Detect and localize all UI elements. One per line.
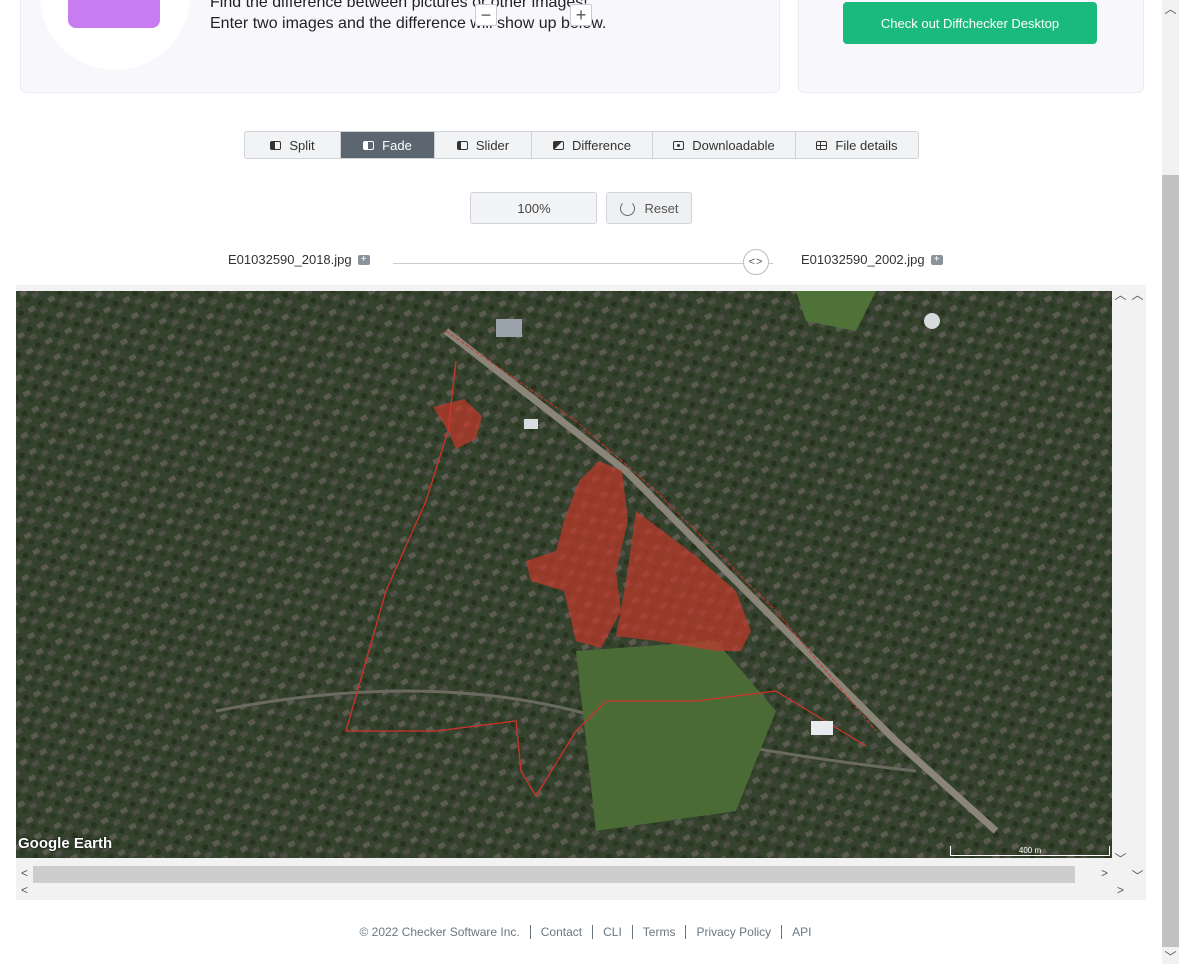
footer-link-privacy[interactable]: Privacy Policy bbox=[686, 925, 783, 939]
file-details-icon bbox=[816, 140, 828, 150]
difference-icon bbox=[552, 140, 564, 150]
scroll-right-icon[interactable]: > bbox=[1112, 883, 1129, 897]
tab-label: Fade bbox=[382, 137, 412, 153]
google-earth-watermark: Google Earth bbox=[18, 835, 113, 852]
zoom-level: 100% bbox=[517, 201, 551, 216]
scroll-up-icon[interactable]: ︿ bbox=[1112, 286, 1129, 303]
footer-link-cli[interactable]: CLI bbox=[593, 925, 633, 939]
image-vertical-scrollbar[interactable] bbox=[1112, 285, 1129, 865]
intro-text-line1: Find the difference between pictures or … bbox=[210, 0, 588, 11]
tab-fade[interactable]: Fade bbox=[341, 132, 435, 158]
right-file-label: E01032590_2002.jpg bbox=[801, 252, 925, 267]
tab-label: Downloadable bbox=[692, 137, 775, 153]
scroll-down-icon[interactable]: ﹀ bbox=[1129, 867, 1146, 884]
reset-button[interactable]: Reset bbox=[606, 192, 692, 224]
scroll-up-icon[interactable]: ︿ bbox=[1129, 286, 1146, 303]
image-compare-logo-icon bbox=[68, 0, 160, 28]
left-file-label: E01032590_2018.jpg bbox=[228, 252, 352, 267]
intro-text-line2: Enter two images and the difference will… bbox=[210, 15, 607, 32]
zoom-out-button[interactable]: − bbox=[475, 4, 497, 26]
tab-difference[interactable]: Difference bbox=[532, 132, 653, 158]
tab-label: Split bbox=[289, 137, 315, 153]
scroll-right-icon[interactable]: > bbox=[1096, 866, 1113, 880]
footer-link-api[interactable]: API bbox=[782, 925, 821, 939]
page-scroll-down-icon[interactable]: ﹀ bbox=[1162, 948, 1179, 965]
tab-label: File details bbox=[835, 137, 898, 153]
page-scroll-thumb[interactable] bbox=[1162, 175, 1179, 947]
add-image-icon[interactable]: + bbox=[930, 254, 943, 265]
scale-bar: 400 m bbox=[950, 846, 1110, 856]
fade-slider-handle[interactable]: <> bbox=[743, 249, 769, 275]
download-image-icon bbox=[673, 140, 685, 150]
page-scroll-up-icon[interactable]: ︿ bbox=[1162, 0, 1179, 17]
fade-slider-track[interactable] bbox=[393, 263, 773, 264]
footer-link-contact[interactable]: Contact bbox=[531, 925, 594, 939]
split-icon bbox=[270, 140, 282, 150]
tab-label: Difference bbox=[571, 137, 631, 153]
scroll-left-icon[interactable]: < bbox=[16, 883, 33, 897]
slider-icon bbox=[456, 140, 468, 150]
tab-label: Slider bbox=[475, 137, 510, 153]
copyright: © 2022 Checker Software Inc. bbox=[349, 925, 531, 939]
footer-link-terms[interactable]: Terms bbox=[633, 925, 687, 939]
tab-downloadable[interactable]: Downloadable bbox=[653, 132, 796, 158]
tab-slider[interactable]: Slider bbox=[435, 132, 532, 158]
add-image-icon[interactable]: + bbox=[357, 254, 370, 265]
desktop-button[interactable]: Check out Diffchecker Desktop bbox=[843, 2, 1097, 44]
reset-label: Reset bbox=[644, 200, 679, 216]
left-file-name: E01032590_2018.jpg + bbox=[228, 252, 370, 267]
view-mode-tabs: Split Fade Slider Difference Downloadabl… bbox=[244, 131, 919, 159]
horizontal-scroll-thumb[interactable] bbox=[33, 866, 1075, 883]
tab-file-details[interactable]: File details bbox=[796, 132, 918, 158]
footer: © 2022 Checker Software Inc. Contact CLI… bbox=[0, 925, 1179, 939]
fade-icon bbox=[363, 140, 375, 150]
scroll-left-icon[interactable]: < bbox=[16, 866, 33, 880]
zoom-in-button[interactable]: + bbox=[570, 4, 592, 26]
scroll-down-icon[interactable]: ﹀ bbox=[1112, 850, 1129, 867]
tab-split[interactable]: Split bbox=[245, 132, 341, 158]
reset-icon bbox=[619, 200, 635, 216]
satellite-image[interactable] bbox=[16, 291, 1112, 858]
right-file-name: E01032590_2002.jpg + bbox=[801, 252, 943, 267]
